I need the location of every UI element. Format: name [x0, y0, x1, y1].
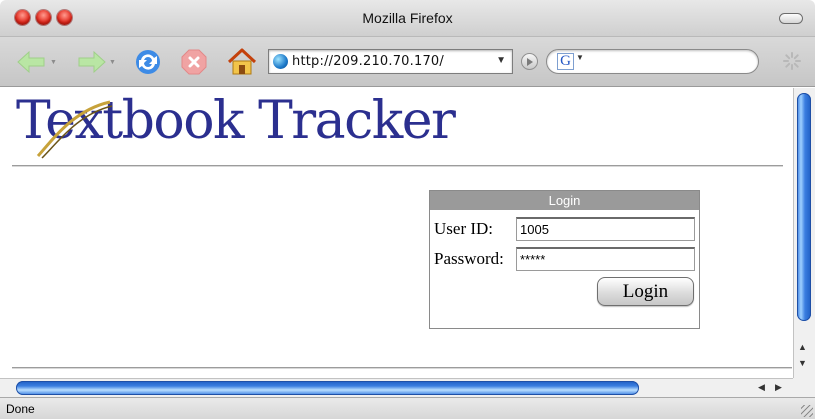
- window-title-bar: Mozilla Firefox: [0, 0, 815, 37]
- stop-icon: [181, 49, 207, 75]
- home-button[interactable]: [226, 48, 258, 76]
- scroll-right-arrow-icon[interactable]: ▶: [775, 382, 782, 393]
- page-content: Textbook Tracker Login User ID: 1005 Pas…: [0, 88, 793, 378]
- back-button[interactable]: ▼: [16, 48, 57, 76]
- forward-arrow-icon: [78, 50, 106, 74]
- home-icon: [227, 48, 257, 75]
- user-id-field[interactable]: 1005: [516, 217, 695, 241]
- forward-button[interactable]: ▼: [75, 48, 116, 76]
- stop-button[interactable]: [180, 48, 208, 76]
- search-bar[interactable]: G ▼: [546, 49, 759, 74]
- vertical-scrollbar[interactable]: ▲ ▼: [793, 88, 815, 378]
- login-header: Login: [430, 191, 699, 210]
- password-field[interactable]: *****: [516, 247, 695, 271]
- go-button[interactable]: [521, 53, 538, 70]
- horizontal-scroll-thumb[interactable]: [16, 381, 639, 395]
- address-history-dropdown-icon[interactable]: ▼: [496, 55, 506, 66]
- window-title: Mozilla Firefox: [362, 10, 453, 26]
- textbook-tracker-logo: Textbook Tracker: [16, 91, 456, 151]
- search-engine-dropdown-icon[interactable]: ▼: [576, 53, 584, 62]
- google-search-engine-icon[interactable]: G: [557, 53, 574, 70]
- login-form: Login User ID: 1005 Password: ***** Logi…: [429, 190, 700, 329]
- reload-icon: [136, 50, 160, 74]
- window-resize-grip-icon[interactable]: [801, 405, 813, 417]
- address-url[interactable]: http://209.210.70.170/: [292, 54, 444, 69]
- address-bar[interactable]: http://209.210.70.170/ ▼: [268, 49, 513, 74]
- vertical-scroll-thumb[interactable]: [797, 93, 811, 321]
- navigation-toolbar: ▼ ▼ http://209.210.70.170/ ▼ G ▼: [0, 37, 815, 87]
- loading-throbber-icon: [783, 52, 801, 70]
- site-globe-icon: [273, 54, 288, 69]
- scrollbar-corner: [793, 378, 815, 397]
- password-label: Password:: [434, 249, 504, 268]
- status-bar: Done: [0, 397, 815, 419]
- forward-history-dropdown-icon[interactable]: ▼: [109, 59, 116, 66]
- scroll-left-arrow-icon[interactable]: ◀: [758, 382, 765, 393]
- footer-divider: [12, 367, 792, 369]
- reload-button[interactable]: [133, 48, 163, 76]
- status-text: Done: [6, 402, 35, 416]
- scroll-down-arrow-icon[interactable]: ▼: [798, 358, 807, 368]
- back-history-dropdown-icon[interactable]: ▼: [50, 59, 57, 66]
- login-button[interactable]: Login: [597, 277, 694, 306]
- back-arrow-icon: [17, 50, 45, 74]
- header-divider: [12, 165, 783, 167]
- user-id-label: User ID:: [434, 219, 494, 238]
- toolbar-toggle-button[interactable]: [779, 13, 803, 24]
- horizontal-scrollbar[interactable]: ◀ ▶: [0, 378, 793, 397]
- scroll-up-arrow-icon[interactable]: ▲: [798, 342, 807, 352]
